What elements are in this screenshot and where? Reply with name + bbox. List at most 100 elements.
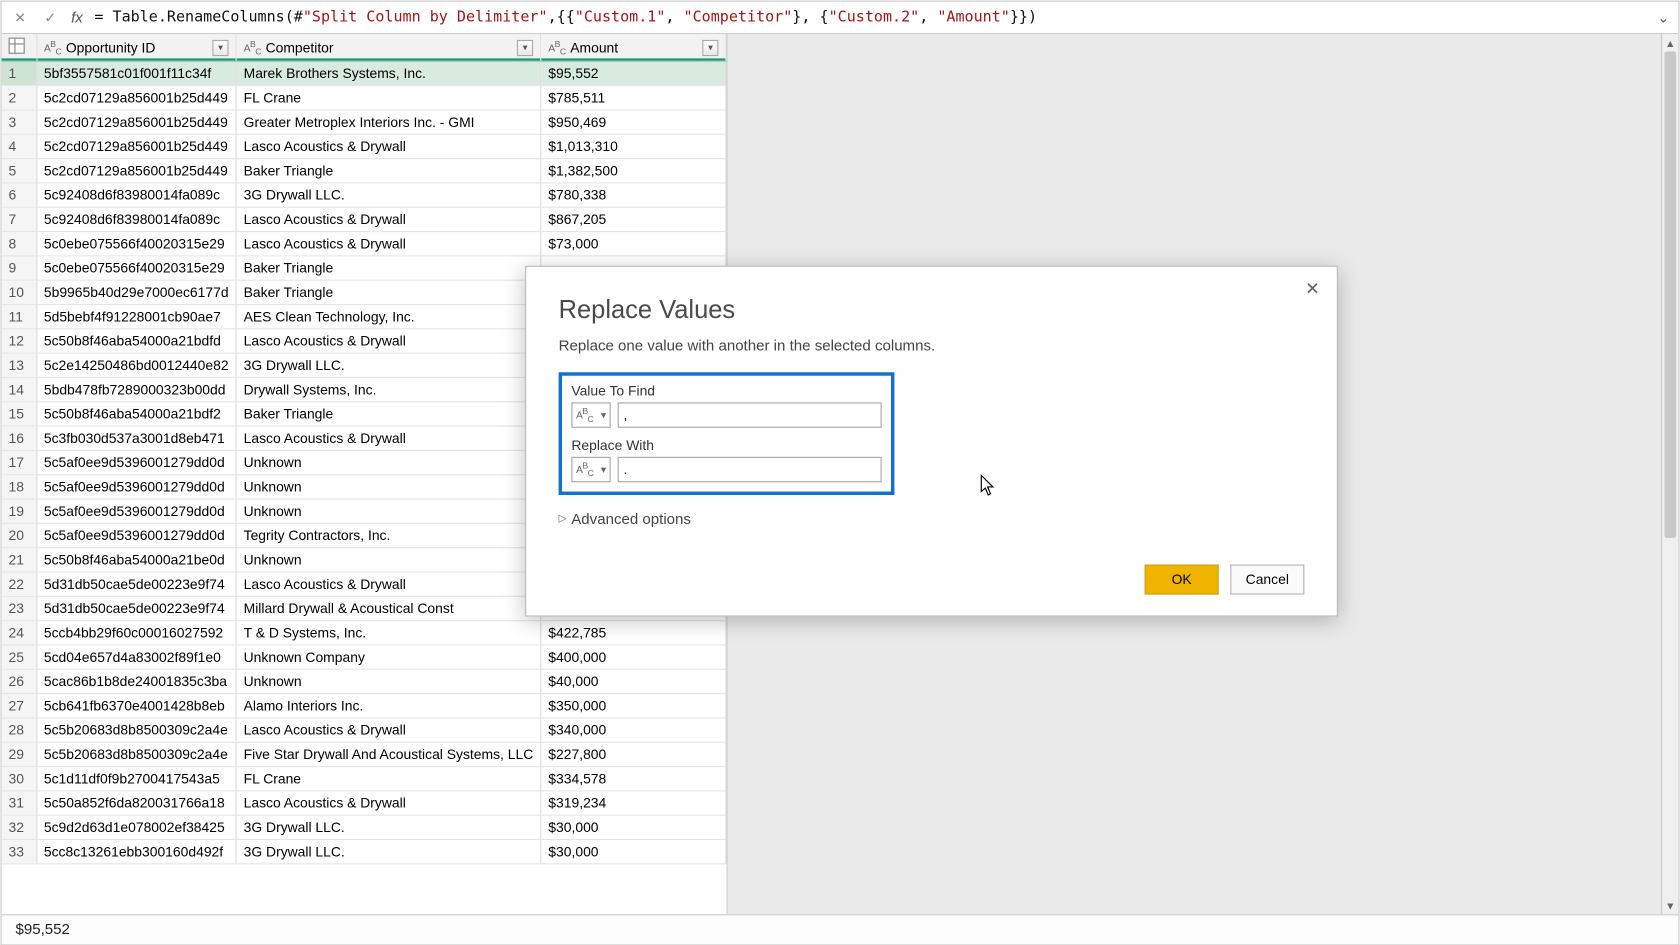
expand-formula-icon[interactable]: ⌄ [1657, 9, 1669, 25]
row-number[interactable]: 13 [2, 353, 37, 377]
cell-amount[interactable]: $867,205 [541, 207, 726, 231]
cell-competitor[interactable]: FL Crane [236, 85, 541, 109]
cell-amount[interactable]: $422,785 [541, 620, 726, 644]
cell-amount[interactable]: $40,000 [541, 669, 726, 693]
cell-opportunity-id[interactable]: 5cc8c13261ebb300160d492f [36, 839, 236, 863]
cell-amount[interactable]: $73,000 [541, 231, 726, 255]
cell-competitor[interactable]: Drywall Systems, Inc. [236, 377, 541, 401]
table-row[interactable]: 25c2cd07129a856001b25d449FL Crane$785,51… [2, 85, 726, 109]
table-row[interactable]: 305c1d11df0f9b2700417543a5FL Crane$334,5… [2, 766, 726, 790]
cell-competitor[interactable]: Five Star Drywall And Acoustical Systems… [236, 742, 541, 766]
cell-amount[interactable]: $1,382,500 [541, 158, 726, 182]
row-number[interactable]: 8 [2, 231, 37, 255]
scroll-up-icon[interactable]: ▲ [1662, 34, 1678, 51]
row-number[interactable]: 9 [2, 255, 37, 279]
cell-opportunity-id[interactable]: 5c50b8f46aba54000a21bdf2 [36, 401, 236, 425]
row-number[interactable]: 3 [2, 109, 37, 133]
row-number[interactable]: 12 [2, 328, 37, 352]
table-row[interactable]: 245ccb4bb29f60c00016027592T & D Systems,… [2, 620, 726, 644]
cell-opportunity-id[interactable]: 5d5bebf4f91228001cb90ae7 [36, 304, 236, 328]
cell-amount[interactable]: $334,578 [541, 766, 726, 790]
cell-competitor[interactable]: Unknown Company [236, 644, 541, 668]
row-number[interactable]: 10 [2, 280, 37, 304]
cell-competitor[interactable]: Millard Drywall & Acoustical Const [236, 596, 541, 620]
row-number[interactable]: 4 [2, 134, 37, 158]
cell-competitor[interactable]: Unknown [236, 474, 541, 498]
cell-amount[interactable]: $785,511 [541, 85, 726, 109]
cell-opportunity-id[interactable]: 5c50b8f46aba54000a21bdfd [36, 328, 236, 352]
row-number[interactable]: 1 [2, 61, 37, 85]
cell-competitor[interactable]: Lasco Acoustics & Drywall [236, 134, 541, 158]
cell-amount[interactable]: $30,000 [541, 839, 726, 863]
cell-amount[interactable]: $1,013,310 [541, 134, 726, 158]
column-header-amount[interactable]: ABC Amount ▾ [541, 34, 726, 61]
cell-competitor[interactable]: Marek Brothers Systems, Inc. [236, 61, 541, 85]
cell-opportunity-id[interactable]: 5c0ebe075566f40020315e29 [36, 255, 236, 279]
cell-opportunity-id[interactable]: 5c5af0ee9d5396001279dd0d [36, 450, 236, 474]
table-row[interactable]: 65c92408d6f83980014fa089c3G Drywall LLC.… [2, 182, 726, 206]
cell-opportunity-id[interactable]: 5bf3557581c01f001f11c34f [36, 61, 236, 85]
table-row[interactable]: 295c5b20683d8b8500309c2a4eFive Star Dryw… [2, 742, 726, 766]
cell-competitor[interactable]: FL Crane [236, 766, 541, 790]
cell-opportunity-id[interactable]: 5c5b20683d8b8500309c2a4e [36, 717, 236, 741]
cell-opportunity-id[interactable]: 5c0ebe075566f40020315e29 [36, 231, 236, 255]
row-number[interactable]: 16 [2, 426, 37, 450]
row-number[interactable]: 20 [2, 523, 37, 547]
table-row[interactable]: 275cb641fb6370e4001428b8ebAlamo Interior… [2, 693, 726, 717]
table-row[interactable]: 265cac86b1b8de24001835c3baUnknown$40,000 [2, 669, 726, 693]
cell-competitor[interactable]: Baker Triangle [236, 158, 541, 182]
cell-opportunity-id[interactable]: 5c50b8f46aba54000a21be0d [36, 547, 236, 571]
row-header-corner[interactable] [2, 34, 37, 61]
cell-competitor[interactable]: Lasco Acoustics & Drywall [236, 426, 541, 450]
row-number[interactable]: 29 [2, 742, 37, 766]
row-number[interactable]: 2 [2, 85, 37, 109]
row-number[interactable]: 7 [2, 207, 37, 231]
cell-competitor[interactable]: Alamo Interiors Inc. [236, 693, 541, 717]
cell-opportunity-id[interactable]: 5c2cd07129a856001b25d449 [36, 109, 236, 133]
cell-competitor[interactable]: Lasco Acoustics & Drywall [236, 207, 541, 231]
cell-competitor[interactable]: Unknown [236, 547, 541, 571]
cell-opportunity-id[interactable]: 5b9965b40d29e7000ec6177d [36, 280, 236, 304]
table-row[interactable]: 75c92408d6f83980014fa089cLasco Acoustics… [2, 207, 726, 231]
row-number[interactable]: 27 [2, 693, 37, 717]
cell-competitor[interactable]: Baker Triangle [236, 401, 541, 425]
row-number[interactable]: 5 [2, 158, 37, 182]
row-number[interactable]: 17 [2, 450, 37, 474]
vertical-scrollbar[interactable]: ▲ ▼ [1661, 34, 1678, 914]
scroll-track[interactable] [1662, 51, 1678, 896]
table-row[interactable]: 85c0ebe075566f40020315e29Lasco Acoustics… [2, 231, 726, 255]
cell-competitor[interactable]: AES Clean Technology, Inc. [236, 304, 541, 328]
row-number[interactable]: 24 [2, 620, 37, 644]
table-row[interactable]: 15bf3557581c01f001f11c34fMarek Brothers … [2, 61, 726, 85]
cell-opportunity-id[interactable]: 5cd04e657d4a83002f89f1e0 [36, 644, 236, 668]
cell-amount[interactable]: $780,338 [541, 182, 726, 206]
advanced-options-toggle[interactable]: ▷ Advanced options [559, 510, 691, 527]
cell-opportunity-id[interactable]: 5c5af0ee9d5396001279dd0d [36, 474, 236, 498]
row-number[interactable]: 6 [2, 182, 37, 206]
cell-competitor[interactable]: Tegrity Contractors, Inc. [236, 523, 541, 547]
formula-text[interactable]: = Table.RenameColumns(#"Split Column by … [94, 8, 1037, 25]
close-icon[interactable]: ✕ [1300, 276, 1325, 301]
cell-opportunity-id[interactable]: 5c2e14250486bd0012440e82 [36, 353, 236, 377]
row-number[interactable]: 31 [2, 790, 37, 814]
cell-competitor[interactable]: Unknown [236, 669, 541, 693]
table-row[interactable]: 325c9d2d63d1e078002ef384253G Drywall LLC… [2, 815, 726, 839]
row-number[interactable]: 26 [2, 669, 37, 693]
cell-competitor[interactable]: Lasco Acoustics & Drywall [236, 231, 541, 255]
row-number[interactable]: 15 [2, 401, 37, 425]
cell-competitor[interactable]: 3G Drywall LLC. [236, 182, 541, 206]
cell-amount[interactable]: $950,469 [541, 109, 726, 133]
cell-amount[interactable]: $95,552 [541, 61, 726, 85]
ok-button[interactable]: OK [1145, 564, 1219, 594]
cell-competitor[interactable]: T & D Systems, Inc. [236, 620, 541, 644]
row-number[interactable]: 11 [2, 304, 37, 328]
row-number[interactable]: 30 [2, 766, 37, 790]
cell-opportunity-id[interactable]: 5d31db50cae5de00223e9f74 [36, 572, 236, 596]
row-number[interactable]: 32 [2, 815, 37, 839]
table-row[interactable]: 35c2cd07129a856001b25d449Greater Metropl… [2, 109, 726, 133]
cell-opportunity-id[interactable]: 5d31db50cae5de00223e9f74 [36, 596, 236, 620]
replace-with-input[interactable] [618, 456, 882, 481]
table-row[interactable]: 335cc8c13261ebb300160d492f3G Drywall LLC… [2, 839, 726, 863]
column-header-competitor[interactable]: ABC Competitor ▾ [236, 34, 541, 61]
cell-opportunity-id[interactable]: 5c5af0ee9d5396001279dd0d [36, 523, 236, 547]
